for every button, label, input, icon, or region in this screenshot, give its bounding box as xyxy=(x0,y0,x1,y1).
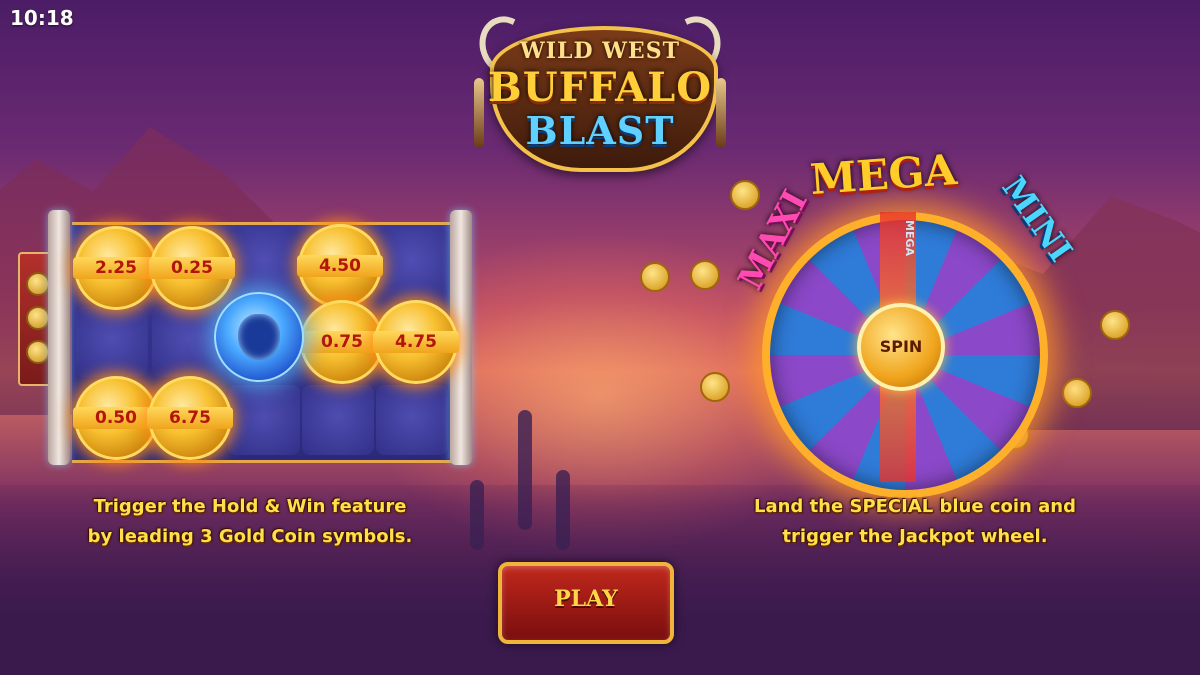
coin-icon xyxy=(640,262,670,292)
coin-value: 4.50 xyxy=(297,255,383,277)
reel-cell xyxy=(228,385,300,455)
coin-icon xyxy=(1062,378,1092,408)
reel-cell xyxy=(376,229,448,299)
buffalo-icon xyxy=(238,314,280,360)
right-caption-line-1: Land the SPECIAL blue coin and xyxy=(754,496,1076,517)
gold-coin-symbol: 0.75 xyxy=(299,300,385,384)
coin-icon xyxy=(26,306,50,330)
gold-coin-symbol: 6.75 xyxy=(147,376,233,460)
mega-slice-label: MEGA xyxy=(903,220,916,257)
coin-value: 0.25 xyxy=(149,257,235,279)
left-caption-line-1: Trigger the Hold & Win feature xyxy=(93,496,407,517)
coin-icon xyxy=(690,260,720,290)
right-feature-caption: Land the SPECIAL blue coin and trigger t… xyxy=(690,492,1140,552)
coin-icon xyxy=(700,372,730,402)
reel-cell xyxy=(76,307,148,377)
coin-icon xyxy=(26,272,50,296)
mega-label: MEGA xyxy=(808,144,959,205)
left-caption-line-2: by leading 3 Gold Coin symbols. xyxy=(87,526,413,547)
cactus-silhouette xyxy=(518,410,532,530)
hold-and-win-illustration: 2.25 0.25 4.50 0.75 4.75 0.50 6.75 xyxy=(18,210,488,470)
blue-buffalo-coin-icon xyxy=(214,292,304,382)
game-logo: WILD WEST BUFFALO BLAST xyxy=(470,8,730,172)
gold-coin-symbol: 2.25 xyxy=(73,226,159,310)
coin-value: 6.75 xyxy=(147,407,233,429)
reel-cell xyxy=(376,385,448,455)
play-button[interactable]: PLAY xyxy=(498,562,674,644)
left-feature-caption: Trigger the Hold & Win feature by leadin… xyxy=(20,492,480,552)
gold-coin-symbol: 4.75 xyxy=(373,300,459,384)
status-time: 10:18 xyxy=(10,6,74,30)
coin-value: 4.75 xyxy=(373,331,459,353)
cactus-silhouette xyxy=(556,470,570,550)
coin-value: 2.25 xyxy=(73,257,159,279)
logo-line-1: WILD WEST xyxy=(520,38,680,64)
jackpot-wheel-illustration: MEGA MAXI MEGA MINI SPIN xyxy=(640,145,1130,498)
reel-pillar-left xyxy=(48,210,70,465)
coin-icon xyxy=(1100,310,1130,340)
right-caption-line-2: trigger the Jackpot wheel. xyxy=(782,526,1048,547)
reel-cell xyxy=(152,307,224,377)
wheel-spin-hub: SPIN xyxy=(857,303,945,391)
coin-icon xyxy=(730,180,760,210)
mini-label: MINI xyxy=(994,169,1081,269)
gold-coin-symbol: 0.25 xyxy=(149,226,235,310)
logo-line-2: BUFFALO xyxy=(487,64,713,111)
gold-coin-symbol: 4.50 xyxy=(297,224,383,308)
reel-cell xyxy=(302,385,374,455)
logo-line-3: BLAST xyxy=(525,108,675,153)
coin-icon xyxy=(26,340,50,364)
reel-cell xyxy=(228,229,300,299)
gold-coin-symbol: 0.50 xyxy=(73,376,159,460)
